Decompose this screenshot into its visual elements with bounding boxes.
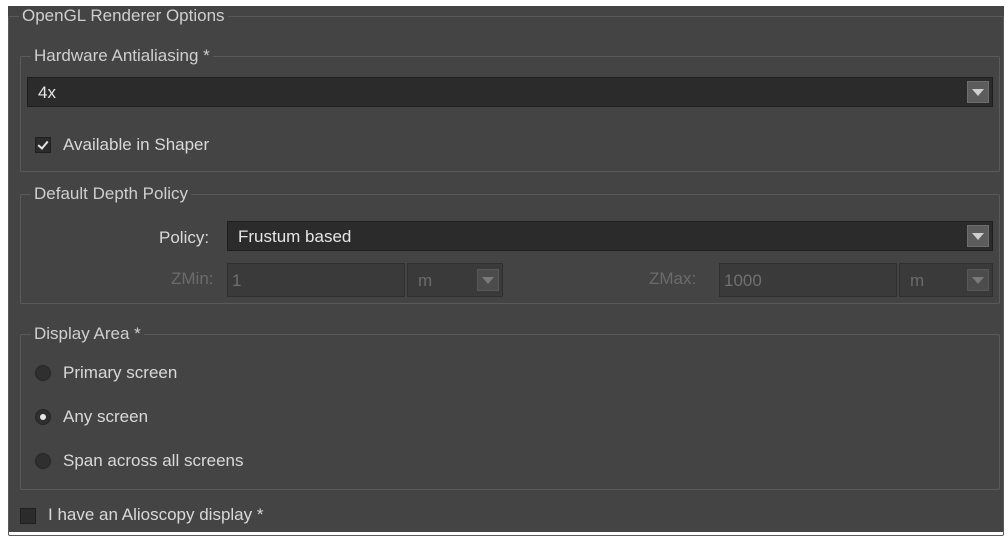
zmax-value: 1000 (724, 271, 762, 290)
hardware-antialiasing-title: Hardware Antialiasing * (31, 46, 213, 66)
available-in-shaper-label: Available in Shaper (63, 135, 210, 154)
policy-value: Frustum based (238, 227, 352, 246)
zmax-input[interactable]: 1000 (719, 263, 897, 297)
zmax-unit-dropdown[interactable]: m (899, 263, 993, 297)
chevron-down-icon[interactable] (967, 225, 989, 247)
zmax-label: ZMax: (649, 269, 697, 288)
zmin-label: ZMin: (171, 269, 214, 288)
renderer-options-title: OpenGL Renderer Options (19, 6, 228, 26)
hardware-antialiasing-group: Hardware Antialiasing * 4x Available in … (20, 46, 1000, 172)
radio-button[interactable] (35, 453, 51, 469)
chevron-down-icon[interactable] (967, 81, 989, 103)
radio-label: Span across all screens (63, 451, 244, 470)
chevron-down-icon[interactable] (477, 269, 499, 291)
alioscopy-checkbox[interactable] (20, 508, 36, 524)
alioscopy-label: I have an Alioscopy display * (48, 505, 264, 524)
antialiasing-dropdown[interactable]: 4x (27, 77, 993, 107)
zmin-input[interactable]: 1 (227, 263, 405, 297)
policy-dropdown[interactable]: Frustum based (227, 221, 993, 251)
radio-label: Any screen (63, 407, 149, 426)
zmin-value: 1 (232, 271, 242, 290)
policy-label: Policy: (159, 228, 210, 247)
display-area-title: Display Area * (31, 324, 144, 344)
radio-button[interactable] (35, 409, 51, 425)
zmax-unit-value: m (910, 271, 925, 290)
antialiasing-value: 4x (38, 83, 56, 102)
chevron-down-icon[interactable] (967, 269, 989, 291)
zmin-unit-value: m (418, 271, 433, 290)
radio-label: Primary screen (63, 363, 178, 382)
display-area-group: Display Area * Primary screen Any screen… (20, 324, 1000, 490)
radio-button[interactable] (35, 365, 51, 381)
depth-policy-group: Default Depth Policy Policy: Frustum bas… (20, 184, 1000, 304)
opengl-renderer-options-panel: OpenGL Renderer Options Hardware Antiali… (8, 6, 1004, 536)
depth-policy-title: Default Depth Policy (31, 184, 192, 204)
zmin-unit-dropdown[interactable]: m (407, 263, 503, 297)
available-in-shaper-checkbox[interactable] (35, 137, 51, 153)
